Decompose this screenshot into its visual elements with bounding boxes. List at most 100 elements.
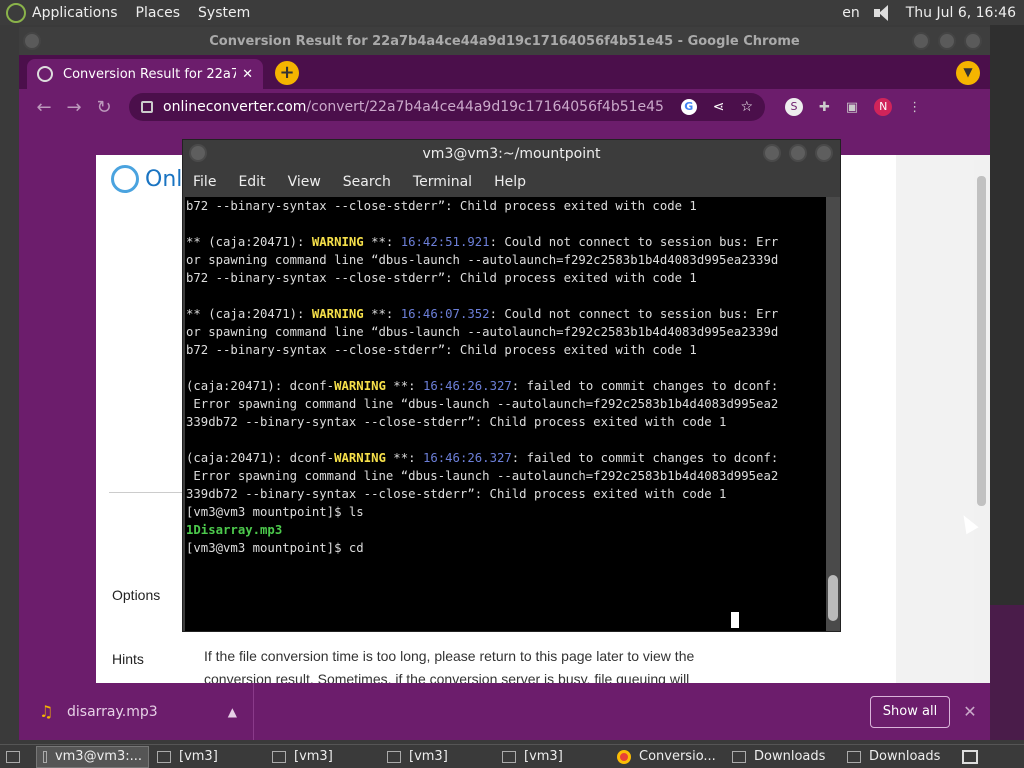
maximize-button[interactable] bbox=[938, 32, 956, 50]
terminal-text: 1Disarray.mp3 bbox=[186, 523, 283, 537]
taskbar-item[interactable]: [vm3] bbox=[496, 746, 609, 768]
extensions-puzzle-icon[interactable]: ✚ bbox=[819, 100, 830, 115]
extension-s-icon[interactable]: S bbox=[785, 98, 803, 116]
browser-toolbar: ← → ↻ onlineconverter.com/convert/22a7b4… bbox=[19, 89, 990, 125]
chrome-icon bbox=[617, 749, 631, 764]
url-path: /convert/22a7b4a4ce44a9d19c17164056f4b51… bbox=[306, 99, 664, 115]
tab-strip: Conversion Result for 22a7b4a4ce44a9d19c… bbox=[19, 55, 990, 89]
menu-system[interactable]: System bbox=[198, 5, 250, 21]
terminal-lines: b72 --binary-syntax --close-stderr”: Chi… bbox=[185, 197, 826, 557]
clock[interactable]: Thu Jul 6, 16:46 bbox=[906, 5, 1016, 21]
share-icon[interactable]: ⋖ bbox=[713, 99, 725, 115]
taskbar-item-label: [vm3] bbox=[409, 749, 448, 764]
volume-icon[interactable] bbox=[873, 4, 892, 21]
terminal-text: : Could not connect to session bus: Err bbox=[489, 235, 779, 249]
minimize-button[interactable] bbox=[912, 32, 930, 50]
taskbar-item[interactable]: [vm3] bbox=[381, 746, 494, 768]
terminal-line: Error spawning command line “dbus-launch… bbox=[186, 395, 826, 413]
terminal-line: 339db72 --binary-syntax --close-stderr”:… bbox=[186, 413, 826, 431]
show-desktop-icon[interactable] bbox=[0, 746, 34, 768]
site-logo[interactable]: Onl bbox=[111, 165, 182, 193]
bookmark-star-icon[interactable]: ☆ bbox=[740, 99, 753, 115]
terminal-text: : Could not connect to session bus: Err bbox=[489, 307, 779, 321]
terminal-output[interactable]: b72 --binary-syntax --close-stderr”: Chi… bbox=[185, 197, 826, 631]
folder-icon bbox=[732, 750, 746, 763]
forward-arrow-icon[interactable]: → bbox=[59, 97, 89, 118]
window-menu-button[interactable] bbox=[23, 32, 41, 50]
new-tab-button[interactable]: + bbox=[275, 61, 299, 85]
terminal-text: 339db72 --binary-syntax --close-stderr”:… bbox=[186, 415, 727, 429]
address-bar[interactable]: onlineconverter.com/convert/22a7b4a4ce44… bbox=[129, 93, 765, 121]
menu-file[interactable]: File bbox=[193, 174, 216, 190]
menu-terminal[interactable]: Terminal bbox=[413, 174, 472, 190]
reload-icon[interactable]: ↻ bbox=[89, 97, 119, 118]
terminal-line bbox=[186, 359, 826, 377]
site-favicon-icon bbox=[37, 66, 53, 82]
menu-places[interactable]: Places bbox=[136, 5, 181, 21]
terminal-titlebar[interactable]: vm3@vm3:~/mountpoint bbox=[183, 140, 840, 168]
menu-search[interactable]: Search bbox=[343, 174, 391, 190]
distro-logo-icon[interactable] bbox=[6, 2, 26, 23]
folder-icon bbox=[502, 750, 516, 763]
download-item[interactable]: ♫ disarray.mp3 ▲ bbox=[19, 683, 254, 740]
google-lens-icon[interactable]: G bbox=[680, 99, 697, 115]
terminal-line bbox=[186, 431, 826, 449]
taskbar-item-label: Downloads bbox=[869, 749, 941, 764]
folder-icon bbox=[387, 750, 401, 763]
options-label: Options bbox=[112, 587, 161, 603]
taskbar-item-label: vm3@vm3:... bbox=[54, 749, 142, 764]
url-host: onlineconverter.com bbox=[163, 99, 307, 115]
taskbar-item[interactable]: Conversio... bbox=[611, 746, 724, 768]
taskbar-item[interactable]: Downloads bbox=[841, 746, 954, 768]
maximize-button[interactable] bbox=[789, 144, 807, 162]
terminal-text: [vm3@vm3 mountpoint]$ ls bbox=[186, 505, 364, 519]
terminal-window: vm3@vm3:~/mountpoint File Edit View Sear… bbox=[182, 139, 841, 632]
terminal-line: [vm3@vm3 mountpoint]$ cd bbox=[186, 539, 826, 557]
close-button[interactable] bbox=[964, 32, 982, 50]
trash-icon[interactable] bbox=[956, 746, 992, 768]
menu-applications[interactable]: Applications bbox=[32, 5, 118, 21]
terminal-text: 16:46:26.327 bbox=[422, 451, 512, 465]
terminal-text: **: bbox=[385, 379, 423, 393]
tab-search-chevron-icon[interactable]: ▼ bbox=[956, 61, 980, 85]
lock-icon[interactable] bbox=[141, 101, 153, 113]
kebab-menu-icon[interactable]: ⋮ bbox=[908, 100, 921, 115]
taskbar-item-label: [vm3] bbox=[294, 749, 333, 764]
terminal-line bbox=[186, 287, 826, 305]
taskbar-item[interactable]: vm3@vm3:... bbox=[36, 745, 149, 768]
taskbar-item[interactable]: [vm3] bbox=[266, 746, 379, 768]
minimize-button[interactable] bbox=[763, 144, 781, 162]
taskbar-item-label: Conversio... bbox=[639, 749, 716, 764]
profile-avatar[interactable]: N bbox=[874, 98, 893, 116]
show-all-button[interactable]: Show all bbox=[870, 695, 950, 728]
menu-edit[interactable]: Edit bbox=[238, 174, 265, 190]
terminal-text: b72 --binary-syntax --close-stderr”: Chi… bbox=[186, 199, 697, 213]
tab-title: Conversion Result for 22a7b4a4ce44a9d19c… bbox=[63, 66, 237, 82]
chrome-titlebar[interactable]: Conversion Result for 22a7b4a4ce44a9d19c… bbox=[19, 27, 990, 55]
chevron-up-icon[interactable]: ▲ bbox=[228, 705, 237, 719]
terminal-line: b72 --binary-syntax --close-stderr”: Chi… bbox=[186, 269, 826, 287]
terminal-scrollbar[interactable] bbox=[826, 197, 840, 631]
terminal-text: (caja:20471): dconf- bbox=[186, 379, 335, 393]
terminal-text: or spawning command line “dbus-launch --… bbox=[186, 325, 779, 339]
taskbar: vm3@vm3:... [vm3] [vm3] [vm3] [vm3] Conversio… bbox=[0, 744, 1024, 768]
page-scrollbar[interactable] bbox=[974, 160, 990, 683]
scrollbar-thumb[interactable] bbox=[977, 176, 986, 506]
terminal-line bbox=[186, 215, 826, 233]
tab-conversion-result[interactable]: Conversion Result for 22a7b4a4ce44a9d19c… bbox=[27, 59, 263, 89]
terminal-scroll-thumb[interactable] bbox=[828, 575, 838, 621]
side-panel-icon[interactable]: ▣ bbox=[846, 100, 858, 115]
terminal-line: ** (caja:20471): WARNING **: 16:42:51.92… bbox=[186, 233, 826, 251]
window-menu-button[interactable] bbox=[189, 144, 207, 162]
menu-view[interactable]: View bbox=[288, 174, 321, 190]
converter-logo-icon bbox=[111, 165, 139, 193]
close-button[interactable] bbox=[815, 144, 833, 162]
keyboard-layout-indicator[interactable]: en bbox=[842, 5, 860, 21]
site-logo-text: Onl bbox=[145, 166, 183, 192]
taskbar-item[interactable]: Downloads bbox=[726, 746, 839, 768]
menu-help[interactable]: Help bbox=[494, 174, 526, 190]
taskbar-item[interactable]: [vm3] bbox=[151, 746, 264, 768]
back-arrow-icon[interactable]: ← bbox=[29, 97, 59, 118]
close-icon[interactable]: ✕ bbox=[950, 702, 990, 721]
tab-close-icon[interactable]: ✕ bbox=[242, 67, 253, 82]
